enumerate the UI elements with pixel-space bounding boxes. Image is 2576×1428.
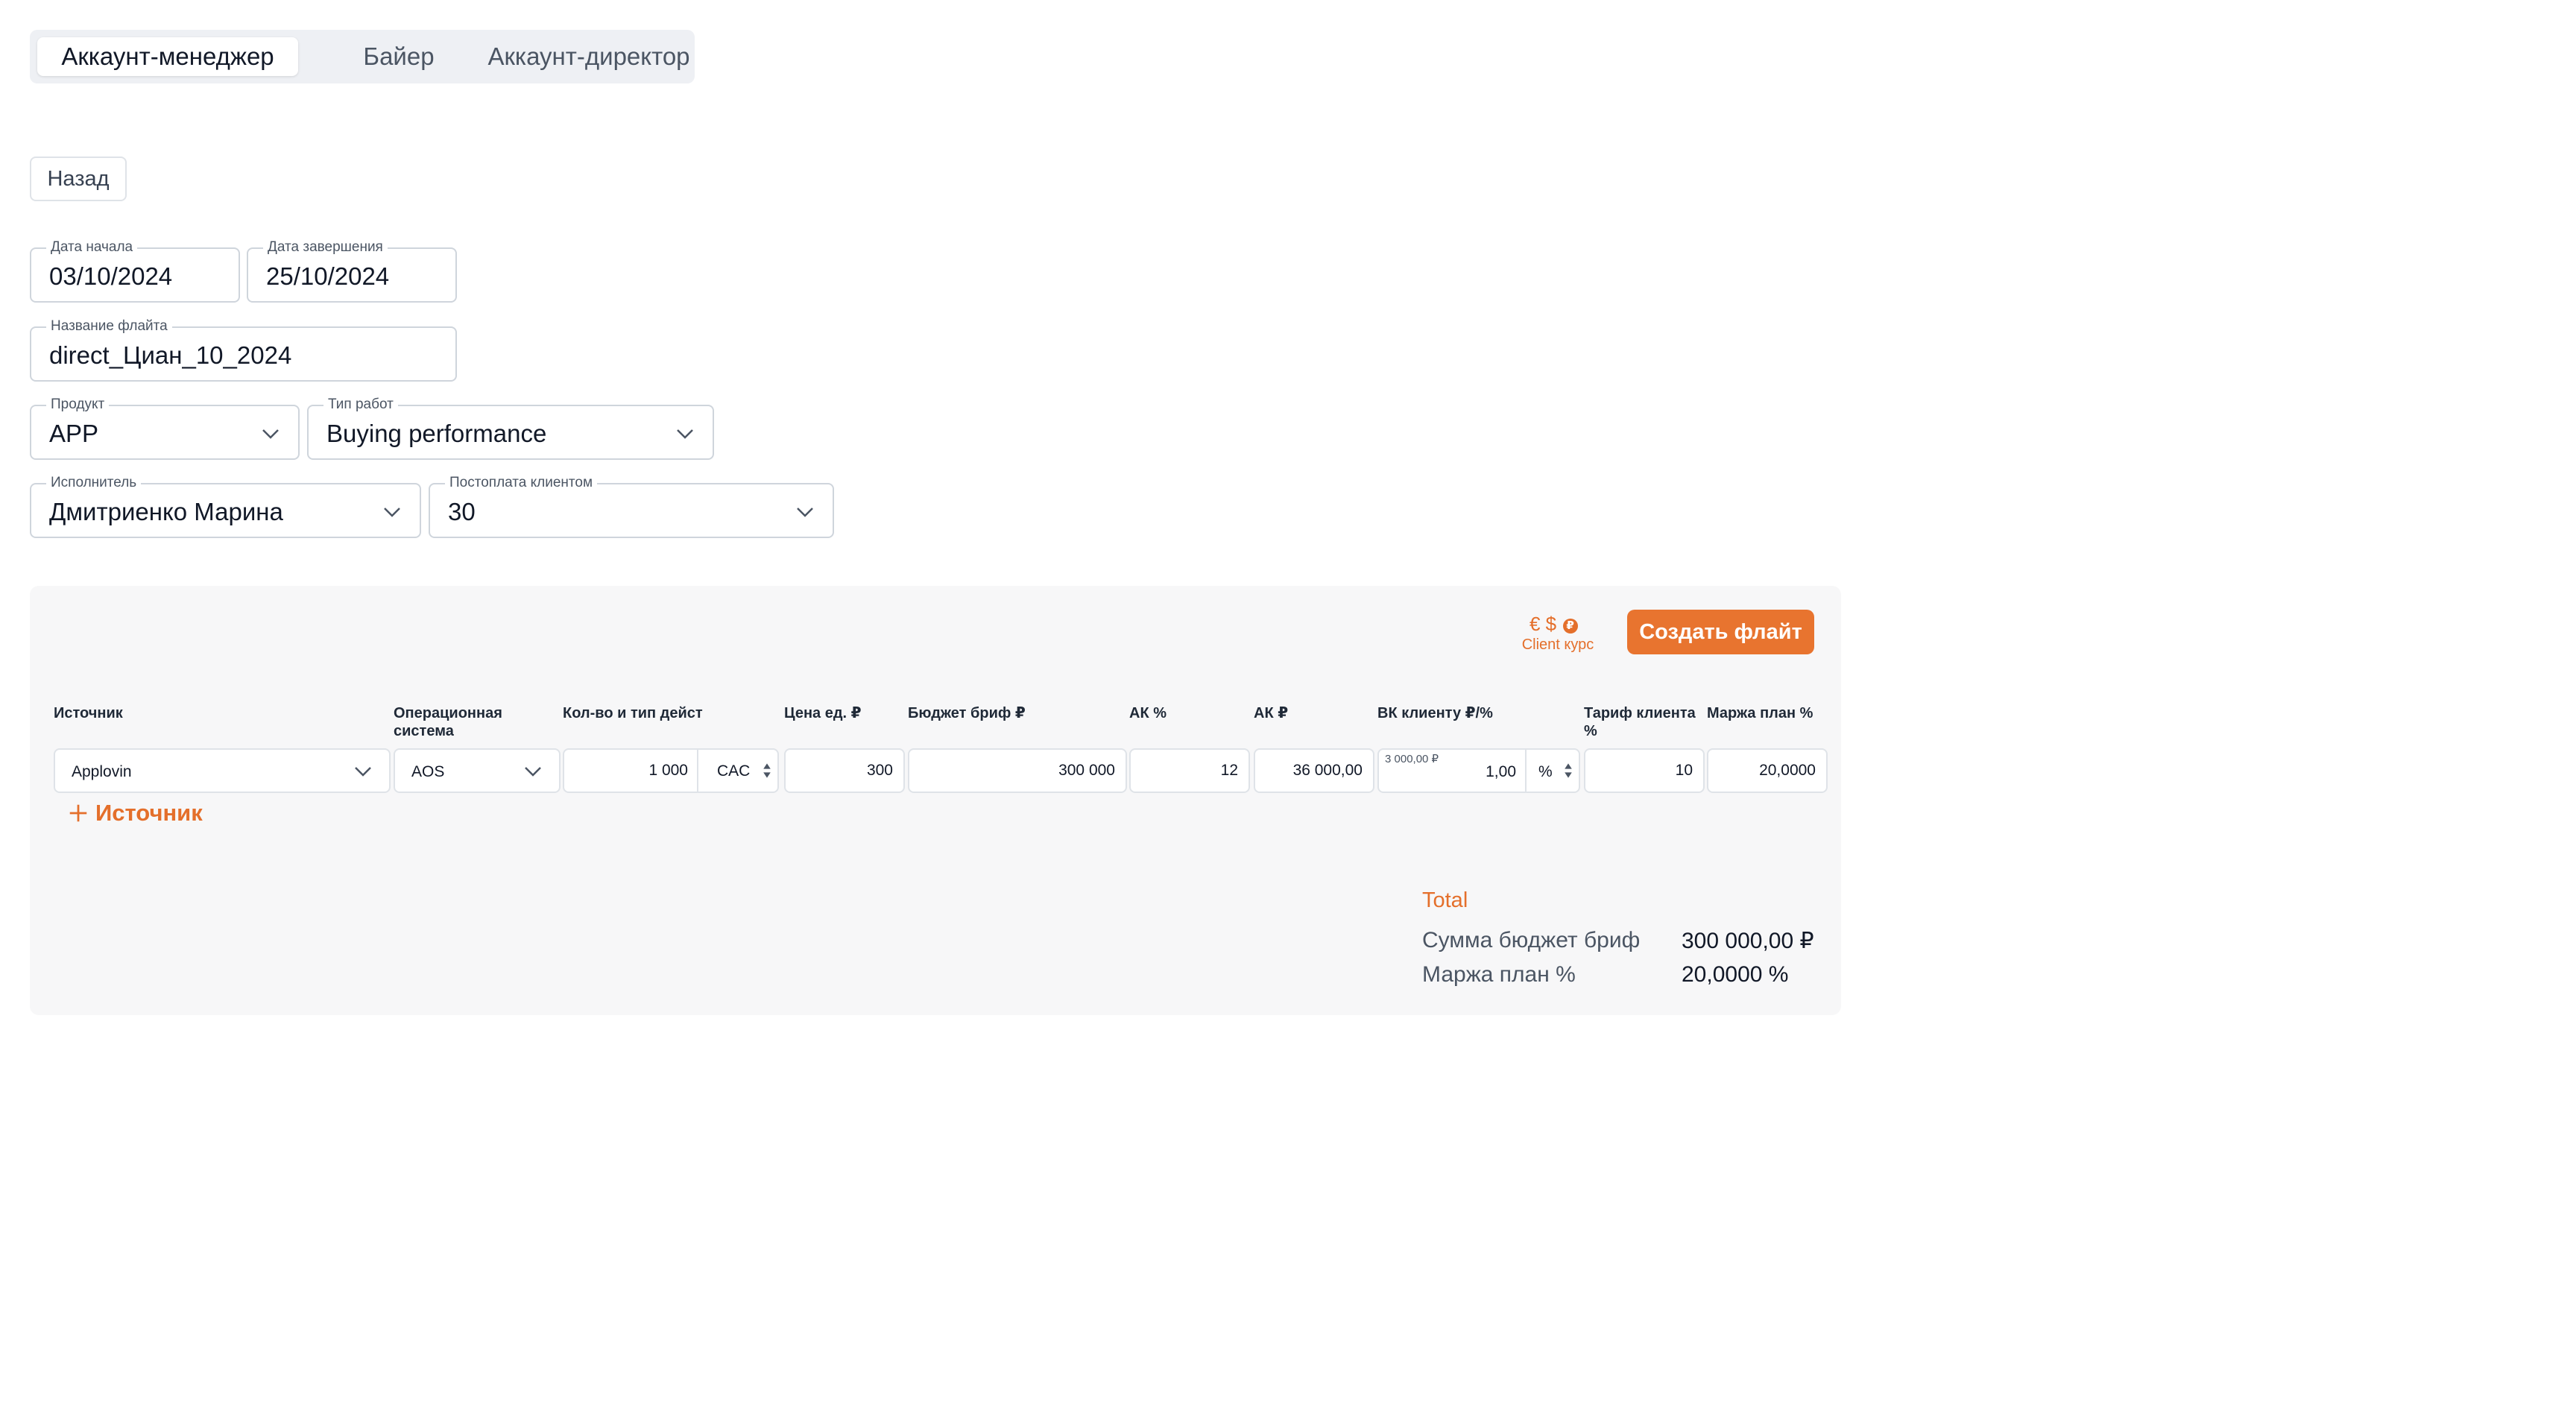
ruble-badge: ₽ — [1562, 619, 1578, 634]
col-vk: ВК клиенту ₽/% — [1377, 705, 1493, 721]
chevron-down-icon — [525, 767, 541, 777]
postpay-label: Постоплата клиентом — [445, 475, 598, 491]
client-rate-label: Client курс — [1521, 636, 1594, 653]
flight-name-label: Название флайта — [46, 318, 172, 335]
qty-divider — [697, 750, 698, 792]
vk-input[interactable]: 1,00 — [1486, 763, 1516, 781]
total-title: Total — [1422, 888, 1468, 912]
end-date-field[interactable]: Дата завершения 25/10/2024 — [247, 239, 457, 303]
col-tariff-line1: Тариф клиента — [1584, 705, 1696, 721]
executor-label: Исполнитель — [46, 475, 142, 491]
chevron-down-icon — [384, 508, 400, 517]
role-tabs: Аккаунт-менеджер Байер Аккаунт-директор — [30, 30, 695, 83]
price-input[interactable]: 300 — [784, 748, 905, 793]
flight-name-field[interactable]: Название флайта direct_Циан_10_2024 — [30, 318, 457, 382]
chevron-down-icon — [355, 767, 371, 777]
col-qty: Кол-во и тип дейст — [563, 705, 703, 721]
product-label: Продукт — [46, 397, 110, 413]
col-os: Операционная система — [394, 704, 543, 740]
tab-account-manager[interactable]: Аккаунт-менеджер — [37, 37, 298, 76]
col-margin: Маржа план % — [1707, 705, 1813, 721]
budget-value: 300 000 — [1058, 762, 1115, 779]
col-ak-pct: АК % — [1129, 705, 1167, 721]
flight-name-value: direct_Циан_10_2024 — [49, 341, 292, 369]
currency-symbols: € $ — [1530, 613, 1557, 635]
tariff-input[interactable]: 10 — [1584, 748, 1705, 793]
tab-account-director[interactable]: Аккаунт-директор — [447, 37, 730, 76]
add-source-label: Источник — [95, 800, 203, 826]
chevron-down-icon — [262, 429, 279, 439]
vk-divider — [1525, 750, 1527, 792]
col-os-line2: система — [394, 723, 454, 739]
vk-hint: 3 000,00 ₽ — [1385, 753, 1439, 765]
executor-select[interactable]: Исполнитель Дмитриенко Марина — [30, 475, 421, 538]
ak-pct-value: 12 — [1220, 762, 1238, 779]
client-rate-toggle[interactable]: € $ ₽ Client курс — [1521, 613, 1594, 657]
sort-arrows-icon[interactable] — [1564, 762, 1573, 780]
ak-rub-input[interactable]: 36 000,00 — [1254, 748, 1374, 793]
start-date-value: 03/10/2024 — [49, 262, 173, 290]
col-os-line1: Операционная — [394, 705, 502, 721]
plus-icon — [69, 804, 87, 822]
ak-rub-value: 36 000,00 — [1292, 762, 1363, 779]
qty-input[interactable]: 1 000 — [648, 762, 688, 780]
total-budget-value: 300 000,00 ₽ — [1682, 929, 1814, 953]
source-value: Applovin — [72, 763, 132, 780]
chevron-down-icon — [677, 429, 693, 439]
add-source-button[interactable]: Источник — [67, 800, 203, 830]
ak-pct-input[interactable]: 12 — [1129, 748, 1250, 793]
work-type-select[interactable]: Тип работ Buying performance — [307, 397, 714, 460]
executor-value: Дмитриенко Марина — [49, 498, 283, 525]
col-budget: Бюджет бриф ₽ — [908, 705, 1026, 721]
tariff-value: 10 — [1675, 762, 1693, 779]
work-type-label: Тип работ — [323, 397, 398, 413]
qty-group: 1 000 CAC — [563, 748, 779, 793]
total-budget-label: Сумма бюджет бриф — [1422, 928, 1641, 952]
price-value: 300 — [866, 762, 893, 779]
col-tariff: Тариф клиента % — [1584, 704, 1707, 740]
margin-input[interactable]: 20,0000 — [1707, 748, 1828, 793]
work-type-value: Buying performance — [326, 420, 547, 447]
total-margin-label: Маржа план % — [1422, 962, 1576, 987]
product-select[interactable]: Продукт APP — [30, 397, 300, 460]
col-price: Цена ед. ₽ — [784, 705, 862, 721]
sort-arrows-icon[interactable] — [763, 762, 771, 780]
col-ak-rub: АК ₽ — [1254, 705, 1289, 721]
vk-group: 3 000,00 ₽ 1,00 % — [1377, 748, 1580, 793]
vk-unit-select[interactable]: % — [1538, 763, 1553, 781]
total-margin-value: 20,0000 % — [1682, 962, 1789, 987]
back-button[interactable]: Назад — [30, 157, 127, 201]
start-date-field[interactable]: Дата начала 03/10/2024 — [30, 239, 240, 303]
start-date-label: Дата начала — [46, 239, 138, 256]
postpay-select[interactable]: Постоплата клиентом 30 — [429, 475, 834, 538]
qty-type-select[interactable]: CAC — [717, 762, 750, 780]
os-select[interactable]: AOS — [394, 748, 561, 793]
source-select[interactable]: Applovin — [54, 748, 391, 793]
col-source: Источник — [54, 705, 123, 721]
os-value: AOS — [411, 763, 445, 780]
col-tariff-line2: % — [1584, 723, 1597, 739]
budget-input[interactable]: 300 000 — [908, 748, 1127, 793]
end-date-label: Дата завершения — [263, 239, 388, 256]
chevron-down-icon — [797, 508, 813, 517]
end-date-value: 25/10/2024 — [266, 262, 390, 290]
margin-value: 20,0000 — [1759, 762, 1816, 779]
product-value: APP — [49, 420, 99, 447]
create-flight-button[interactable]: Создать флайт — [1627, 610, 1814, 654]
postpay-value: 30 — [448, 498, 476, 525]
